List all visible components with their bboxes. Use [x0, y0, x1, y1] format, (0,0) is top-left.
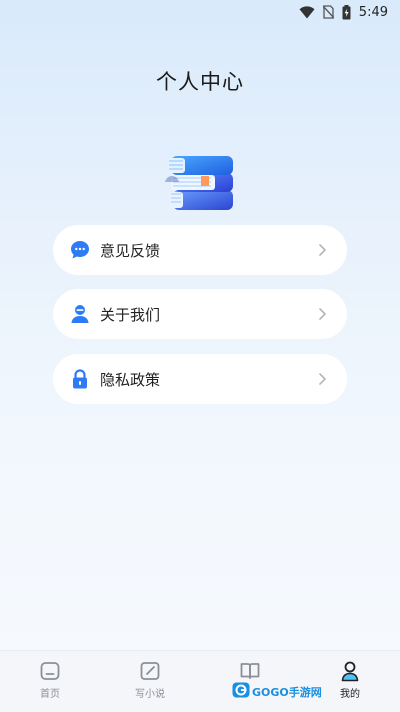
menu-item-label: 关于我们 [100, 305, 161, 324]
tab-mine-label: 我的 [340, 689, 360, 700]
menu-item-label: 隐私政策 [100, 370, 161, 389]
stacked-books-logo [163, 152, 237, 214]
tab-home[interactable]: 首页 [0, 651, 100, 712]
status-bar: 5:49 [0, 0, 400, 24]
chevron-right-icon [317, 243, 327, 257]
tab-mine[interactable]: 我的 [300, 651, 400, 712]
user-info-icon [70, 304, 90, 324]
book-open-icon [239, 660, 261, 682]
status-time: 5:49 [358, 4, 388, 20]
menu-item-about-us[interactable]: 关于我们 [53, 289, 347, 339]
home-icon [39, 660, 61, 682]
watermark-text: GOGO手游网 [252, 686, 322, 699]
page-title: 个人中心 [156, 70, 244, 94]
watermark-logo-icon [232, 682, 250, 702]
tab-write-novel-label: 写小说 [135, 689, 165, 700]
watermark: GOGO手游网 [232, 682, 322, 702]
tab-home-label: 首页 [40, 689, 60, 700]
no-sim-icon [322, 5, 334, 19]
chevron-right-icon [317, 307, 327, 321]
battery-charging-icon [342, 4, 351, 20]
menu-item-feedback[interactable]: 意见反馈 [53, 225, 347, 275]
profile-icon [339, 660, 361, 682]
chevron-right-icon [317, 372, 327, 386]
menu-item-privacy-policy[interactable]: 隐私政策 [53, 354, 347, 404]
lock-icon [70, 369, 90, 389]
wifi-icon [299, 5, 315, 19]
feedback-chat-icon [70, 240, 90, 260]
edit-icon [139, 660, 161, 682]
tab-bookshelf[interactable] [200, 651, 300, 712]
bottom-tab-bar: 首页 写小说 我的 [0, 650, 400, 712]
tab-write-novel[interactable]: 写小说 [100, 651, 200, 712]
menu-item-label: 意见反馈 [100, 241, 161, 260]
